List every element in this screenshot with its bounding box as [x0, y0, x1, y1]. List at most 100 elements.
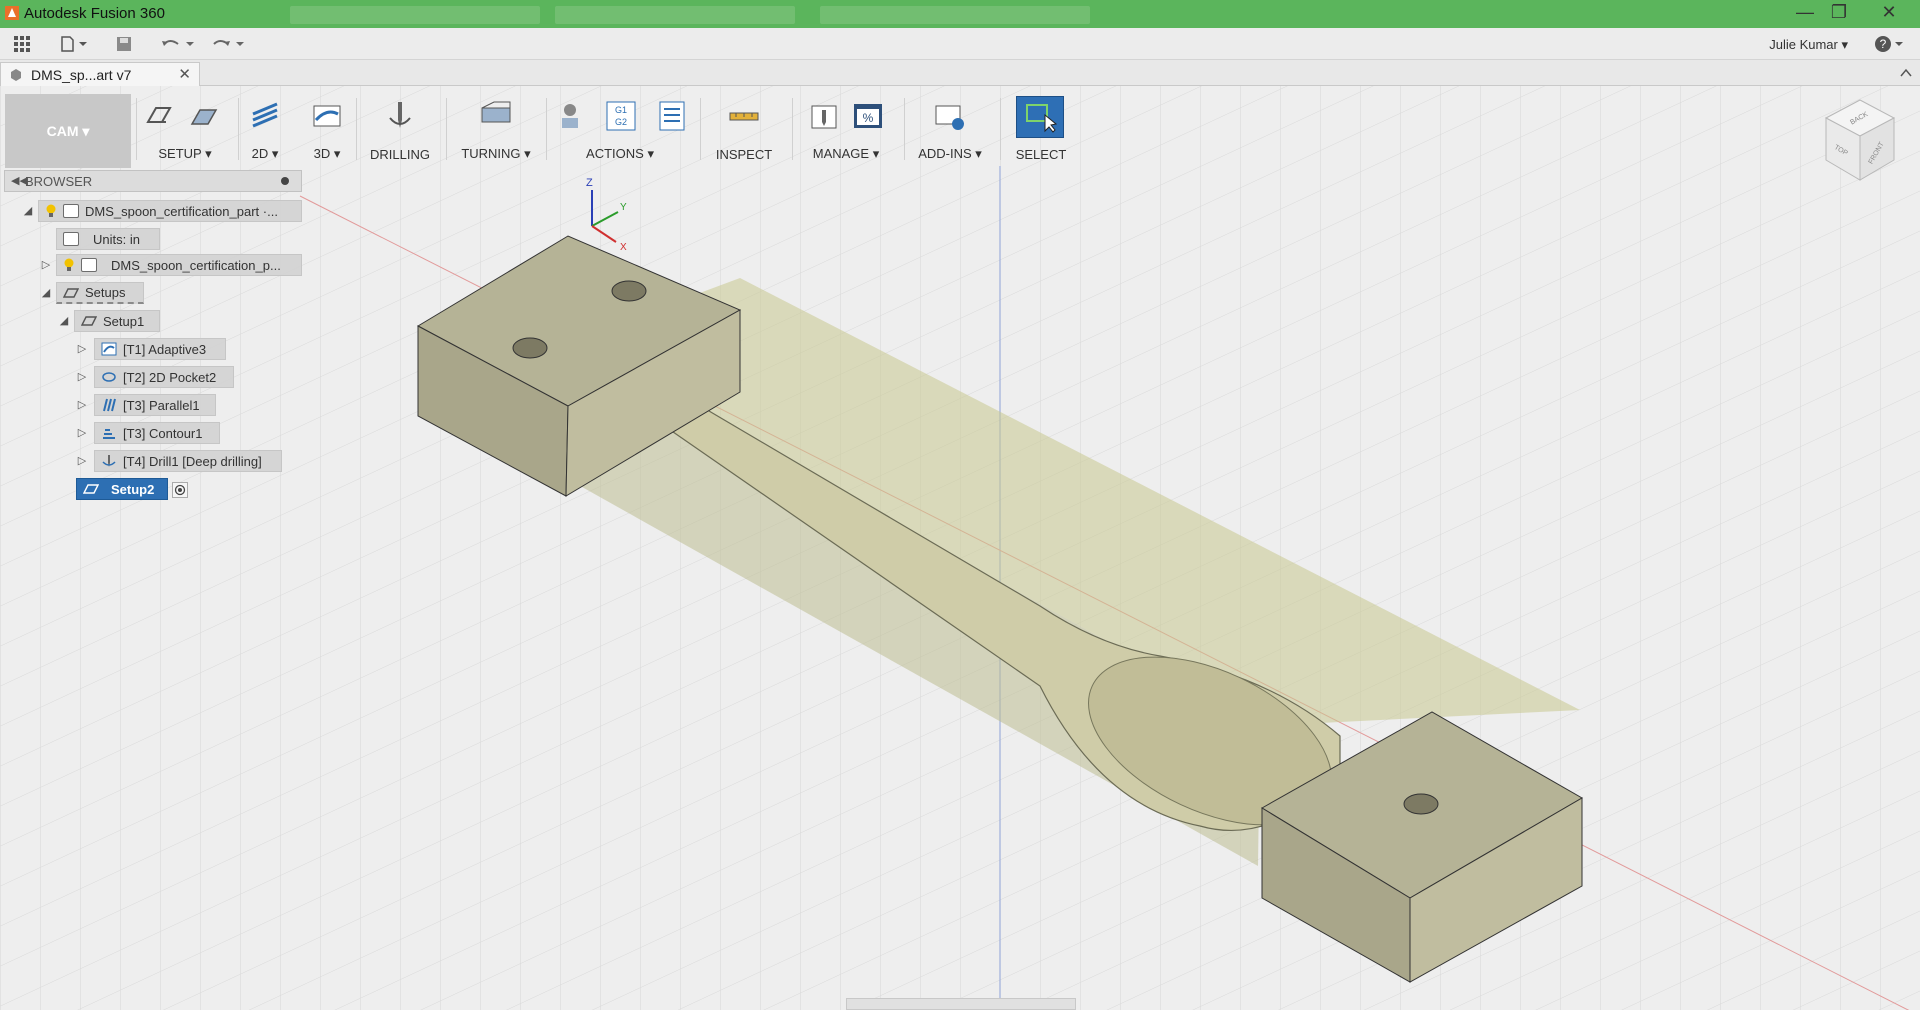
- units-label: Units: in: [93, 231, 140, 247]
- user-account-menu[interactable]: Julie Kumar ▾: [1769, 37, 1848, 53]
- maximize-button[interactable]: ❐: [1822, 0, 1856, 24]
- operation-label: [T1] Adaptive3: [123, 341, 207, 357]
- addins-label: ADD-INS ▾: [918, 146, 982, 161]
- user-name: Julie Kumar: [1769, 37, 1838, 52]
- operation-node[interactable]: [T3] Parallel1: [94, 394, 216, 416]
- document-tab[interactable]: DMS_sp...art v7 ✕: [0, 62, 200, 86]
- fusion-app-icon: [5, 6, 19, 20]
- data-panel-button[interactable]: [10, 32, 34, 56]
- title-bar: Autodesk Fusion 360 — ❐ ✕: [0, 0, 1920, 28]
- toolbar-separator: [904, 98, 905, 160]
- activate-radio-icon[interactable]: [172, 482, 188, 498]
- operation-node[interactable]: [T2] 2D Pocket2: [94, 366, 234, 388]
- expand-triangle-icon[interactable]: ▷: [40, 258, 52, 271]
- quick-access-toolbar: Julie Kumar ▾ ?: [0, 28, 1920, 60]
- template-percent-text: %: [863, 111, 874, 125]
- 2d-label: 2D ▾: [251, 146, 279, 161]
- setups-node[interactable]: Setups: [56, 282, 144, 304]
- template-library-icon: %: [854, 104, 882, 128]
- workspace-switcher[interactable]: CAM ▾: [5, 94, 131, 168]
- setups-folder-icon: [63, 287, 79, 298]
- manage-label: MANAGE ▾: [812, 146, 880, 161]
- 3d-group[interactable]: 3D ▾: [302, 86, 352, 168]
- tool-library-icon: [811, 105, 837, 129]
- visibility-bulb-icon[interactable]: [63, 258, 75, 272]
- toolbar-separator: [1000, 98, 1001, 160]
- manage-group[interactable]: % MANAGE ▾: [796, 86, 896, 168]
- document-icon: [63, 204, 79, 218]
- simulate-icon: [562, 104, 578, 128]
- expand-triangle-icon[interactable]: ▷: [76, 398, 88, 411]
- close-window-button[interactable]: ✕: [1864, 0, 1914, 24]
- collapse-triangle-icon[interactable]: ◢: [40, 286, 52, 299]
- expand-triangle-icon[interactable]: ▷: [76, 426, 88, 439]
- select-tool-button[interactable]: [1016, 96, 1064, 138]
- post-g1-text: G1: [615, 105, 627, 115]
- collapse-triangle-icon[interactable]: ◢: [22, 204, 34, 217]
- 3d-label: 3D ▾: [313, 146, 341, 161]
- turning-group[interactable]: TURNING ▾: [450, 86, 542, 168]
- operation-node[interactable]: [T3] Contour1: [94, 422, 220, 444]
- collapse-chevron-icon[interactable]: [1900, 68, 1912, 78]
- file-menu-button[interactable]: [56, 32, 92, 56]
- drill-operation-icon: [102, 455, 116, 467]
- measure-icon: [729, 112, 759, 121]
- file-icon: [61, 36, 87, 52]
- navigation-bar[interactable]: [846, 998, 1076, 1010]
- mounting-hole: [611, 280, 647, 302]
- component-node[interactable]: DMS_spoon_certification_p...: [56, 254, 302, 276]
- adaptive-clearing-icon: [101, 342, 117, 356]
- inspect-group[interactable]: INSPECT: [706, 86, 782, 168]
- operation-node[interactable]: [T4] Drill1 [Deep drilling]: [94, 450, 282, 472]
- expand-triangle-icon[interactable]: ▷: [76, 342, 88, 355]
- toolbar-separator: [446, 98, 447, 160]
- setup-icon: [81, 316, 97, 326]
- turning-icon: [481, 101, 511, 123]
- drilling-group[interactable]: DRILLING: [360, 86, 440, 168]
- operation-node[interactable]: [T1] Adaptive3: [94, 338, 226, 360]
- view-cube[interactable]: BACK TOP FRONT: [1820, 96, 1900, 186]
- help-menu-button[interactable]: ?: [1872, 32, 1906, 56]
- operation-label: [T3] Parallel1: [123, 397, 200, 413]
- close-tab-icon[interactable]: ✕: [178, 65, 191, 83]
- 2d-group[interactable]: 2D ▾: [240, 86, 290, 168]
- help-glyph: ?: [1880, 37, 1887, 51]
- grid-icon: [14, 36, 30, 52]
- expand-triangle-icon[interactable]: ▷: [76, 454, 88, 467]
- undo-icon: [162, 40, 194, 46]
- toolbar-separator: [700, 98, 701, 160]
- actions-label: ACTIONS ▾: [586, 146, 654, 161]
- window-title: Autodesk Fusion 360: [24, 5, 165, 22]
- cam-toolbar: CAM ▾ SETUP ▾ 2D ▾ 3D ▾ DRILLING TURNING…: [0, 86, 1080, 168]
- save-button[interactable]: [112, 32, 136, 56]
- component-label: DMS_spoon_certification_p...: [111, 257, 281, 273]
- addins-group[interactable]: ADD-INS ▾: [908, 86, 992, 168]
- browser-header: ◀◀ BROWSER: [4, 170, 302, 192]
- collapse-browser-icon[interactable]: ◀◀: [11, 174, 28, 187]
- undo-button[interactable]: [158, 32, 198, 56]
- select-group[interactable]: SELECT: [1006, 86, 1076, 168]
- actions-group[interactable]: G1 G2 ACTIONS ▾: [550, 86, 690, 168]
- turning-label: TURNING ▾: [461, 146, 531, 161]
- browser-pin-icon[interactable]: [281, 177, 289, 185]
- toolbar-separator: [546, 98, 547, 160]
- operation-label: [T4] Drill1 [Deep drilling]: [123, 453, 262, 469]
- root-component-node[interactable]: DMS_spoon_certification_part ·...: [38, 200, 302, 222]
- post-g2-text: G2: [615, 117, 627, 127]
- expand-triangle-icon[interactable]: ▷: [76, 370, 88, 383]
- setup1-node[interactable]: Setup1: [74, 310, 160, 332]
- setup-group[interactable]: SETUP ▾: [140, 86, 230, 168]
- browser-panel: ◀◀ BROWSER ◢ DMS_spoon_certification_par…: [0, 170, 304, 1010]
- minimize-button[interactable]: —: [1788, 0, 1822, 24]
- units-node[interactable]: Units: in: [56, 228, 160, 250]
- background-browser-tab: [555, 6, 795, 24]
- redo-button[interactable]: [208, 32, 248, 56]
- collapse-triangle-icon[interactable]: ◢: [58, 314, 70, 327]
- pocket-icon: [102, 372, 116, 382]
- setup2-node[interactable]: Setup2: [76, 478, 168, 500]
- contour-icon: [103, 429, 115, 439]
- toolbar-separator: [136, 98, 137, 160]
- visibility-bulb-icon[interactable]: [45, 204, 57, 218]
- toolbar-separator: [792, 98, 793, 160]
- setups-label: Setups: [85, 285, 126, 300]
